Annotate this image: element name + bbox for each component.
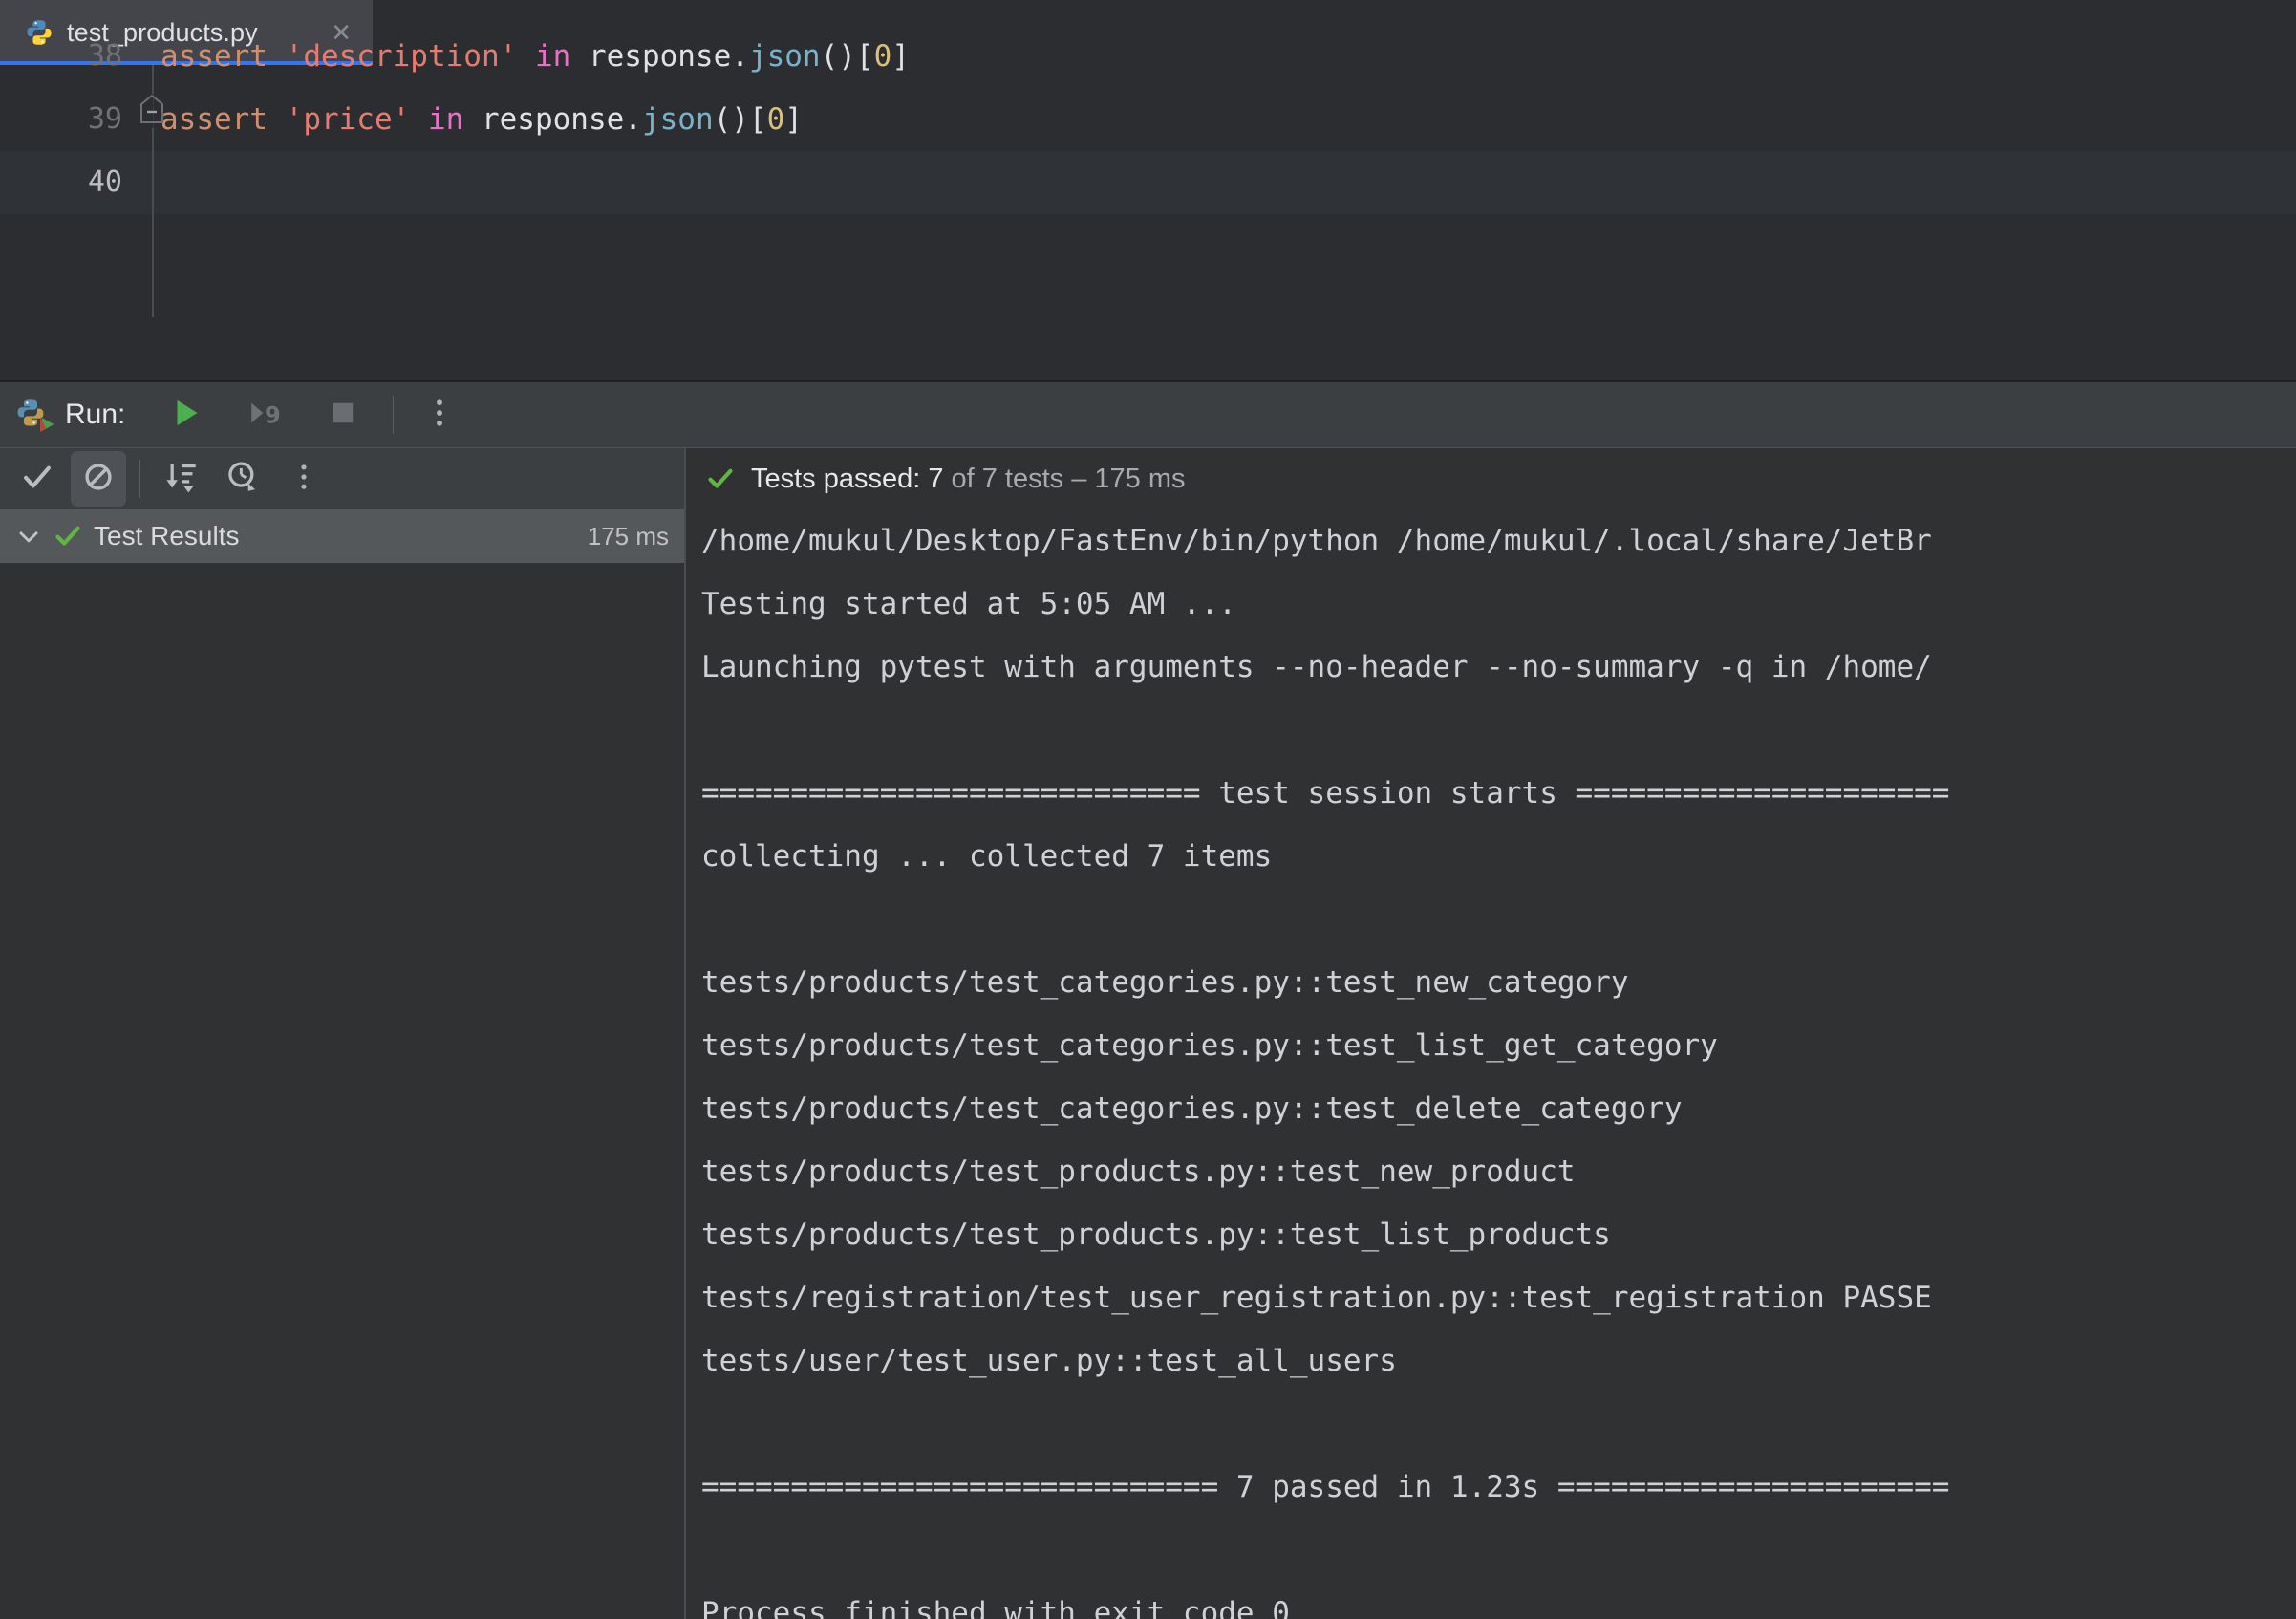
test-results-toolbar [0,448,684,509]
stop-button[interactable] [314,386,372,443]
console-line: tests/products/test_products.py::test_li… [701,1203,1611,1266]
rerun-button[interactable] [158,386,215,443]
test-results-root-row[interactable]: Test Results 175 ms [0,509,684,563]
sort-descending-icon [164,460,199,499]
clock-search-icon [225,460,260,499]
results-more-button[interactable] [276,451,332,507]
test-results-panel: Test Results 175 ms [0,448,684,1619]
test-console: Tests passed: 7 of 7 tests – 175 ms /hom… [686,448,2296,1619]
checkmark-icon [21,461,54,498]
rerun-failed-tests-button[interactable]: 9 [236,386,293,443]
code-line-text: assert 'description' in response.json()[… [161,25,910,88]
code-line-40: 40 [0,151,2296,214]
line-number: 40 [0,151,122,214]
test-history-button[interactable] [215,451,270,507]
console-line: /home/mukul/Desktop/FastEnv/bin/python /… [701,509,1932,572]
vertical-dots-icon [425,397,454,434]
indent-guide [152,65,154,94]
editor-empty-space [0,317,2296,382]
code-line-38: 38 assert 'description' in response.json… [0,25,2296,88]
python-run-config-icon [17,396,55,434]
svg-text:9: 9 [265,401,281,428]
tests-passed-count: Tests passed: 7 [751,464,944,495]
green-check-icon [701,460,740,498]
console-line: Process finished with exit code 0 [701,1582,1290,1619]
editor-region: test_products.py ✕ 38 assert 'descriptio… [0,0,2296,382]
test-results-duration: 175 ms [588,522,669,551]
console-line: collecting ... collected 7 items [701,825,1272,888]
console-line: ============================ test sessio… [701,762,1949,825]
code-fold-marker[interactable] [136,94,168,128]
test-results-tree-body[interactable] [0,563,684,1619]
test-results-root-label: Test Results [94,521,240,551]
toolbar-divider [393,396,394,434]
circle-slash-icon [82,461,115,498]
vertical-dots-icon [290,462,317,497]
console-output[interactable]: /home/mukul/Desktop/FastEnv/bin/python /… [686,509,2296,1619]
tests-passed-detail: of 7 tests – 175 ms [952,464,1186,495]
run-tool-window: Run: 9 [0,382,2296,1619]
rerun-failed-icon: 9 [247,395,283,436]
more-options-button[interactable] [411,386,468,443]
toolbar-divider [139,460,140,498]
console-line: tests/registration/test_user_registratio… [701,1266,1932,1329]
code-line-39: 39 assert 'price' in response.json()[0] [0,88,2296,151]
console-line: tests/user/test_user.py::test_all_users [701,1329,1397,1392]
console-line: Testing started at 5:05 AM ... [701,572,1236,636]
console-line: tests/products/test_categories.py::test_… [701,1014,1718,1077]
hide-ignored-button[interactable] [71,451,126,507]
code-line-text: assert 'price' in response.json()[0] [161,88,803,151]
sort-by-duration-button[interactable] [154,451,209,507]
console-line: ============================= 7 passed i… [701,1456,1949,1519]
run-toolbar: Run: 9 [0,382,2296,447]
console-line: tests/products/test_categories.py::test_… [701,1077,1683,1140]
stop-icon [327,397,359,434]
console-line: tests/products/test_products.py::test_ne… [701,1140,1576,1203]
console-line: Launching pytest with arguments --no-hea… [701,636,1932,699]
green-check-icon [48,516,88,556]
tests-passed-status-bar: Tests passed: 7 of 7 tests – 175 ms [686,448,2296,509]
line-number: 38 [0,25,122,88]
show-passed-button[interactable] [10,451,65,507]
console-line: tests/products/test_categories.py::test_… [701,951,1629,1014]
chevron-down-icon[interactable] [10,517,48,555]
run-tool-window-title: Run: [65,399,125,431]
line-number: 39 [0,88,122,151]
play-icon [168,395,204,436]
